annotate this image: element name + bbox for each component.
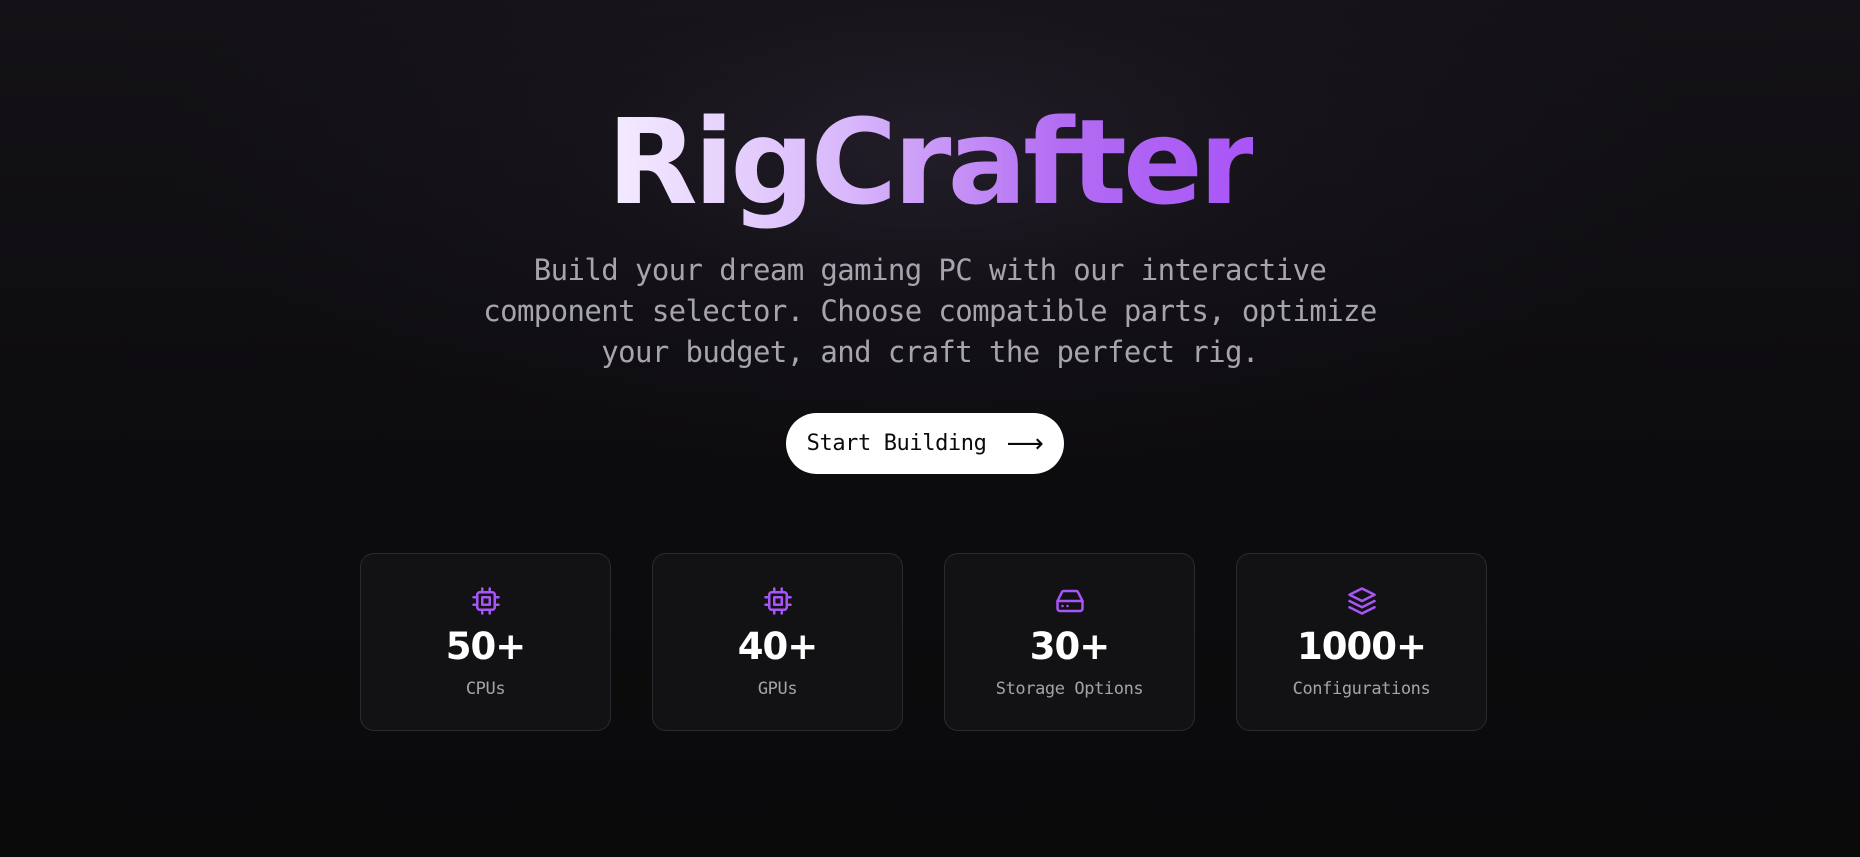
stat-value: 1000+ xyxy=(1297,625,1427,668)
layers-icon xyxy=(1237,586,1486,616)
brand-title-text: RigCrafter xyxy=(606,93,1257,231)
stat-value: 50+ xyxy=(445,625,527,668)
stat-value: 40+ xyxy=(737,625,819,668)
arrow-right-icon: ⟶ xyxy=(1006,428,1044,459)
hard-drive-icon xyxy=(945,586,1194,616)
start-building-button[interactable]: Start Building ⟶ xyxy=(786,413,1064,474)
page-title: RigCrafter xyxy=(0,92,1860,232)
stat-card-gpus: 40+ GPUs xyxy=(652,553,903,731)
stat-label: Configurations xyxy=(1292,679,1431,699)
stat-label: GPUs xyxy=(757,679,798,699)
stat-card-configurations: 1000+ Configurations xyxy=(1236,553,1487,731)
stat-label: CPUs xyxy=(465,679,506,699)
start-building-label: Start Building xyxy=(806,431,987,456)
stats-row: 50+ CPUs 40+ GPUs 30+ Storage Options 10… xyxy=(360,553,1490,733)
hero-subtitle: Build your dream gaming PC with our inte… xyxy=(483,253,1377,369)
stat-card-storage: 30+ Storage Options xyxy=(944,553,1195,731)
stat-card-cpus: 50+ CPUs xyxy=(360,553,611,731)
cpu-icon xyxy=(653,586,902,616)
stat-label: Storage Options xyxy=(995,679,1144,699)
cpu-icon xyxy=(361,586,610,616)
stat-value: 30+ xyxy=(1029,625,1111,668)
